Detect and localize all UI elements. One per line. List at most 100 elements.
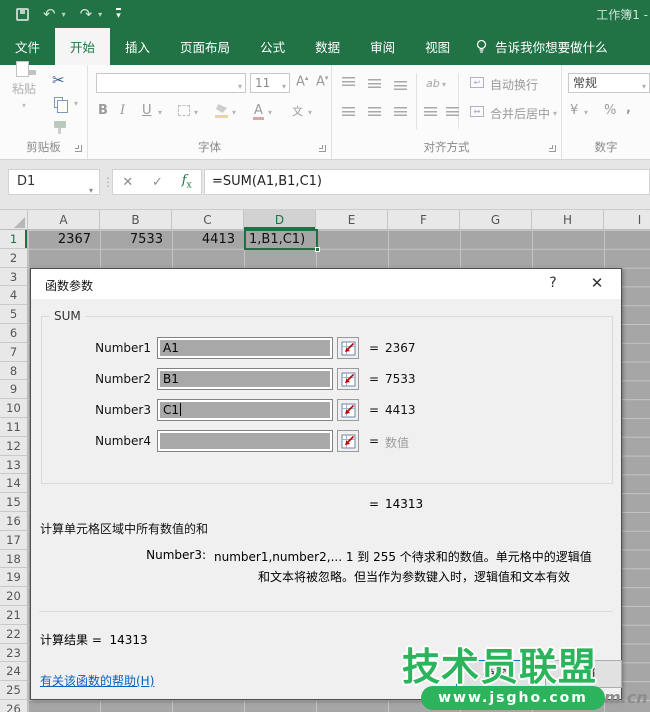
align-right-icon[interactable] [394, 107, 407, 116]
row-header-cell[interactable]: 5 [0, 305, 27, 324]
arg2-input[interactable]: B1 [157, 368, 333, 390]
cut-icon[interactable]: ✂ [52, 71, 65, 89]
row-header-cell[interactable]: 17 [0, 531, 27, 550]
enter-entry-icon[interactable]: ✓ [152, 175, 163, 190]
accounting-dropdown-icon[interactable]: ▾ [584, 108, 588, 117]
align-left-icon[interactable] [342, 107, 355, 116]
merge-center-icon[interactable]: ↔ [470, 106, 484, 117]
tell-me-box[interactable]: 告诉我你想要做什么 [465, 28, 618, 65]
underline-dropdown-icon[interactable]: ▾ [158, 108, 162, 117]
phonetic-dropdown-icon[interactable]: ▾ [308, 108, 312, 117]
wrap-text-icon[interactable]: ↩ [470, 77, 484, 88]
row-header-cell[interactable]: 22 [0, 625, 27, 644]
insert-function-icon[interactable]: fx [182, 173, 192, 191]
ribbon-tab[interactable]: 视图 [410, 28, 465, 65]
formula-input[interactable]: =SUM(A1,B1,C1) [204, 169, 650, 195]
phonetic-guide-icon[interactable]: 文 [292, 103, 303, 119]
redo-icon[interactable]: ↷ [80, 7, 93, 22]
function-help-link[interactable]: 有关该函数的帮助(H) [40, 672, 154, 689]
ribbon-tab[interactable]: 文件 [0, 28, 55, 65]
clipboard-dialog-launcher-icon[interactable] [75, 145, 82, 152]
arg4-collapse-button[interactable] [337, 430, 359, 452]
align-middle-icon[interactable] [368, 79, 381, 88]
align-bottom-icon[interactable] [394, 81, 407, 90]
row-header-cell[interactable]: 16 [0, 512, 27, 531]
row-header-cell[interactable]: 25 [0, 681, 27, 700]
increase-indent-icon[interactable] [446, 107, 459, 116]
row-header-cell[interactable]: 18 [0, 550, 27, 569]
arg2-collapse-button[interactable] [337, 368, 359, 390]
column-header-cell[interactable]: I [604, 210, 650, 229]
row-header-cell[interactable]: 8 [0, 362, 27, 381]
orientation-icon[interactable]: ab [426, 77, 440, 90]
column-header-cell[interactable]: D [244, 210, 316, 229]
arg1-collapse-button[interactable] [337, 337, 359, 359]
cancel-entry-icon[interactable]: ✕ [122, 175, 133, 190]
column-header-cell[interactable]: F [388, 210, 460, 229]
bold-button[interactable]: B [98, 103, 108, 118]
row-header-cell[interactable]: 10 [0, 399, 27, 418]
undo-dropdown-icon[interactable]: ▾ [62, 10, 66, 19]
dialog-title-bar[interactable]: 函数参数 ? ✕ [31, 269, 621, 299]
orientation-dropdown-icon[interactable]: ▾ [442, 80, 446, 89]
row-header-cell[interactable]: 13 [0, 456, 27, 475]
paste-dropdown-icon[interactable]: ▾ [22, 101, 26, 110]
accounting-format-icon[interactable]: ¥ [570, 103, 578, 118]
row-header-cell[interactable]: 21 [0, 606, 27, 625]
row-header-cell[interactable]: 19 [0, 568, 27, 587]
copy-icon[interactable] [54, 97, 63, 108]
font-dialog-launcher-icon[interactable] [319, 145, 326, 152]
save-icon[interactable] [16, 8, 29, 21]
number-format-dropdown-icon[interactable]: ▾ [642, 78, 646, 96]
row-header-cell[interactable]: 20 [0, 587, 27, 606]
row-header-cell[interactable]: 26 [0, 700, 27, 712]
ribbon-tab[interactable]: 插入 [110, 28, 165, 65]
row-header-cell[interactable]: 1 [0, 230, 27, 249]
redo-dropdown-icon[interactable]: ▾ [98, 10, 102, 19]
column-header-cell[interactable]: E [316, 210, 388, 229]
ribbon-tab[interactable]: 开始 [55, 28, 110, 65]
grow-font-icon[interactable]: A▴ [296, 74, 308, 89]
ok-button[interactable]: 确定 [456, 660, 533, 688]
row-header-cell[interactable]: 4 [0, 286, 27, 305]
column-header-cell[interactable]: C [172, 210, 244, 229]
cell-C1[interactable]: 4413 [172, 230, 244, 249]
column-header-cell[interactable]: A [28, 210, 100, 229]
row-header-cell[interactable]: 24 [0, 662, 27, 681]
customize-qat-icon[interactable]: ▾ [116, 8, 121, 21]
font-color-dropdown-icon[interactable]: ▾ [268, 108, 272, 117]
arg1-input[interactable]: A1 [157, 337, 333, 359]
shrink-font-icon[interactable]: A▾ [316, 74, 328, 89]
format-painter-icon[interactable] [54, 121, 66, 128]
align-top-icon[interactable] [342, 77, 355, 86]
ribbon-tab[interactable]: 公式 [245, 28, 300, 65]
row-header-cell[interactable]: 23 [0, 644, 27, 663]
row-header-cell[interactable]: 15 [0, 493, 27, 512]
merge-center-button[interactable]: 合并后居中 [490, 105, 550, 122]
name-box-dropdown-icon[interactable]: ▾ [89, 179, 93, 203]
number-format-combo[interactable]: 常规 ▾ [568, 73, 650, 93]
paste-button[interactable]: 粘贴 ▾ [6, 73, 42, 111]
column-header-cell[interactable]: H [532, 210, 604, 229]
row-header-cell[interactable]: 14 [0, 474, 27, 493]
font-name-combo[interactable]: ▾ [96, 73, 246, 93]
row-header-cell[interactable]: 7 [0, 343, 27, 362]
percent-style-icon[interactable]: % [604, 103, 616, 118]
fill-color-icon[interactable] [216, 104, 227, 113]
comma-style-icon[interactable]: , [626, 101, 631, 116]
row-header-cell[interactable]: 9 [0, 380, 27, 399]
borders-icon[interactable] [178, 105, 190, 116]
fill-color-dropdown-icon[interactable]: ▾ [232, 108, 236, 117]
font-size-dropdown-icon[interactable]: ▾ [282, 78, 286, 96]
column-header-cell[interactable]: G [460, 210, 532, 229]
wrap-text-button[interactable]: 自动换行 [490, 76, 538, 93]
dialog-help-icon[interactable]: ? [543, 275, 563, 291]
dialog-close-icon[interactable]: ✕ [585, 274, 609, 292]
font-color-icon[interactable]: A [254, 103, 263, 118]
arg3-input[interactable]: C1 [157, 399, 333, 421]
cell-B1[interactable]: 7533 [100, 230, 172, 249]
row-header-cell[interactable]: 6 [0, 324, 27, 343]
font-name-dropdown-icon[interactable]: ▾ [238, 78, 242, 96]
row-header-cell[interactable]: 12 [0, 437, 27, 456]
underline-button[interactable]: U [142, 103, 152, 118]
